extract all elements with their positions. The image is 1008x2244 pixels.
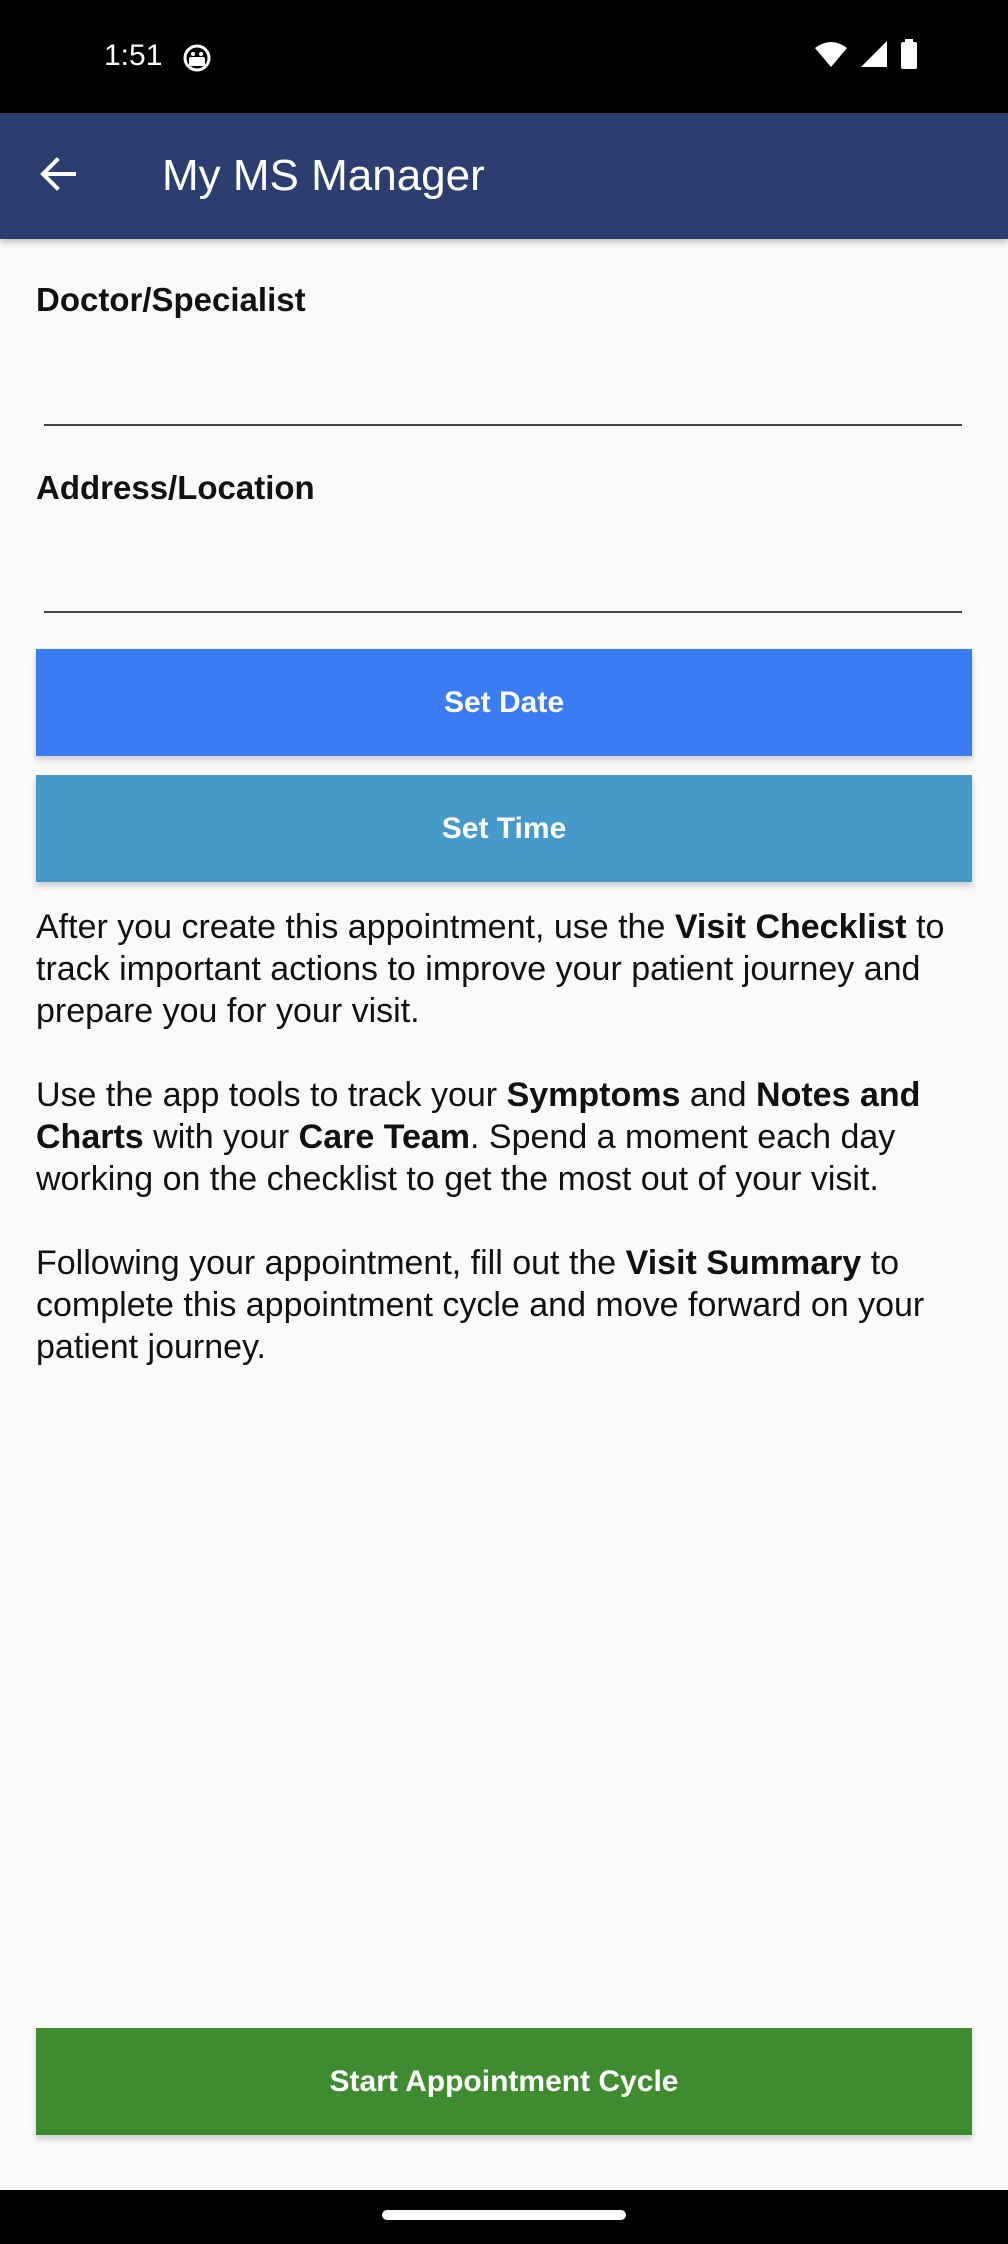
navigation-bar xyxy=(0,2190,1008,2244)
info-text-segment: and xyxy=(680,1076,757,1114)
address-input[interactable] xyxy=(44,551,962,613)
info-paragraph-tools: Use the app tools to track your Symptoms… xyxy=(36,1074,986,1200)
symptoms-term: Symptoms xyxy=(506,1076,681,1114)
status-bar: 1:51 xyxy=(0,0,1008,113)
info-paragraph-summary: Following your appointment, fill out the… xyxy=(36,1242,986,1368)
status-time: 1:51 xyxy=(104,39,163,72)
cell-signal-icon xyxy=(860,40,888,73)
start-appointment-cycle-button[interactable]: Start Appointment Cycle xyxy=(36,2028,972,2135)
home-indicator[interactable] xyxy=(382,2210,626,2220)
status-icons xyxy=(814,38,918,74)
address-label: Address/Location xyxy=(36,469,315,506)
doctor-input[interactable] xyxy=(44,364,962,426)
info-text: After you create this appointment, use t… xyxy=(36,906,986,1410)
wifi-icon xyxy=(814,40,848,73)
app-bar: My MS Manager xyxy=(0,113,1008,239)
battery-icon xyxy=(900,38,918,74)
info-text-segment: After you create this appointment, use t… xyxy=(36,908,675,946)
info-text-segment: Use the app tools to track your xyxy=(36,1076,507,1114)
care-team-term: Care Team xyxy=(298,1118,471,1156)
set-date-button[interactable]: Set Date xyxy=(36,649,972,756)
info-paragraph-checklist: After you create this appointment, use t… xyxy=(36,906,986,1032)
visit-checklist-term: Visit Checklist xyxy=(674,908,907,946)
page-title: My MS Manager xyxy=(162,151,485,200)
back-button[interactable] xyxy=(28,146,88,206)
info-text-segment: Following your appointment, fill out the xyxy=(36,1244,626,1282)
doctor-label: Doctor/Specialist xyxy=(36,281,306,318)
info-text-segment: with your xyxy=(143,1118,299,1156)
arrow-back-icon xyxy=(38,154,78,199)
set-time-button[interactable]: Set Time xyxy=(36,775,972,882)
android-debug-icon xyxy=(182,42,212,72)
visit-summary-term: Visit Summary xyxy=(625,1244,862,1282)
